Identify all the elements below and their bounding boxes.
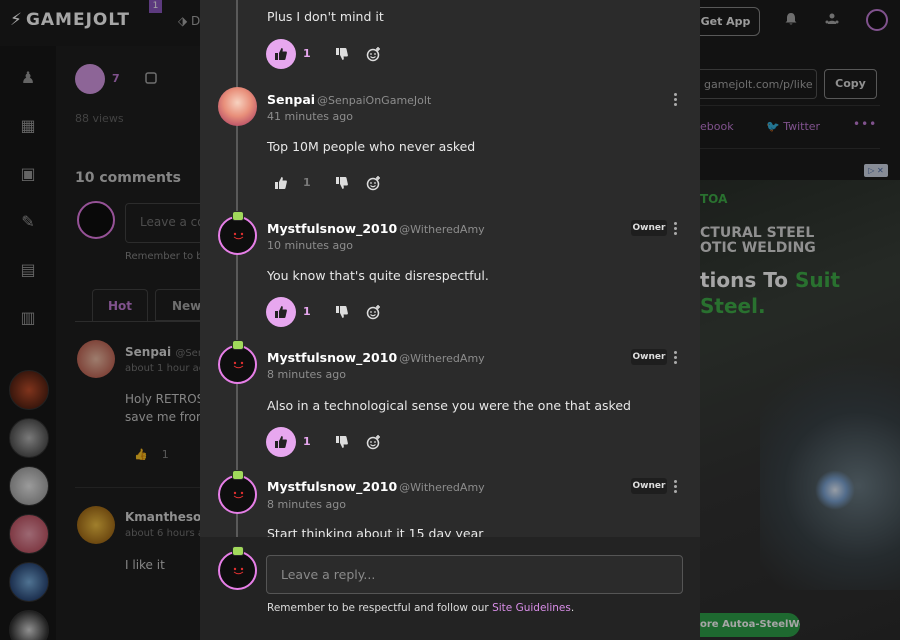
more-options-icon[interactable] bbox=[671, 222, 679, 236]
reply-input[interactable]: Leave a reply... bbox=[266, 555, 683, 594]
owner-badge: Owner bbox=[631, 349, 667, 365]
comment-timestamp: 8 minutes ago bbox=[267, 498, 346, 511]
add-reaction-icon[interactable] bbox=[366, 175, 382, 191]
comment-text: You know that's quite disrespectful. bbox=[267, 268, 489, 283]
avatar[interactable] bbox=[218, 475, 257, 514]
verified-badge-icon bbox=[232, 470, 244, 480]
owner-badge: Owner bbox=[631, 220, 667, 236]
like-button[interactable] bbox=[266, 39, 296, 69]
thumbs-up-icon bbox=[275, 48, 287, 60]
thumbs-down-icon[interactable] bbox=[335, 435, 349, 449]
comment-author[interactable]: Mystfulsnow_2010 @WitheredAmy bbox=[267, 221, 485, 236]
like-button[interactable] bbox=[266, 427, 296, 457]
comment-author[interactable]: Mystfulsnow_2010 @WitheredAmy bbox=[267, 479, 485, 494]
thumbs-down-icon[interactable] bbox=[335, 47, 349, 61]
avatar bbox=[218, 551, 257, 590]
avatar-face bbox=[233, 232, 244, 240]
avatar-face bbox=[233, 361, 244, 369]
comment-timestamp: 8 minutes ago bbox=[267, 368, 346, 381]
like-count: 1 bbox=[303, 435, 311, 448]
thumbs-down-icon[interactable] bbox=[335, 305, 349, 319]
comment-timestamp: 41 minutes ago bbox=[267, 110, 353, 123]
more-options-icon[interactable] bbox=[671, 351, 679, 365]
like-count: 1 bbox=[303, 305, 311, 318]
verified-badge-icon bbox=[232, 340, 244, 350]
thumbs-up-icon bbox=[275, 436, 287, 448]
avatar-face bbox=[233, 567, 244, 575]
like-count: 1 bbox=[303, 176, 311, 189]
avatar[interactable] bbox=[218, 345, 257, 384]
avatar[interactable] bbox=[218, 87, 257, 126]
comment-timestamp: 10 minutes ago bbox=[267, 239, 353, 252]
comment-author[interactable]: Senpai @SenpaiOnGameJolt bbox=[267, 92, 431, 107]
thread-line bbox=[236, 0, 238, 537]
verified-badge-icon bbox=[232, 546, 244, 556]
comment-author[interactable]: Mystfulsnow_2010 @WitheredAmy bbox=[267, 350, 485, 365]
comment-text: Also in a technological sense you were t… bbox=[267, 398, 631, 413]
owner-badge: Owner bbox=[631, 478, 667, 494]
like-count: 1 bbox=[303, 47, 311, 60]
avatar-face bbox=[233, 491, 244, 499]
thumbs-down-icon[interactable] bbox=[335, 176, 349, 190]
more-options-icon[interactable] bbox=[671, 93, 679, 107]
add-reaction-icon[interactable] bbox=[366, 434, 382, 450]
thumbs-up-icon bbox=[275, 177, 287, 189]
site-guidelines-link[interactable]: Site Guidelines bbox=[492, 602, 571, 614]
avatar[interactable] bbox=[218, 216, 257, 255]
verified-badge-icon bbox=[232, 211, 244, 221]
more-options-icon[interactable] bbox=[671, 480, 679, 494]
add-reaction-icon[interactable] bbox=[366, 304, 382, 320]
like-button[interactable] bbox=[266, 297, 296, 327]
thumbs-up-icon bbox=[275, 306, 287, 318]
like-button[interactable] bbox=[266, 168, 296, 198]
comment-text: Plus I don't mind it bbox=[267, 9, 384, 24]
add-reaction-icon[interactable] bbox=[366, 46, 382, 62]
comment-text: Top 10M people who never asked bbox=[267, 139, 476, 154]
reply-guideline-note: Remember to be respectful and follow our… bbox=[267, 602, 575, 614]
